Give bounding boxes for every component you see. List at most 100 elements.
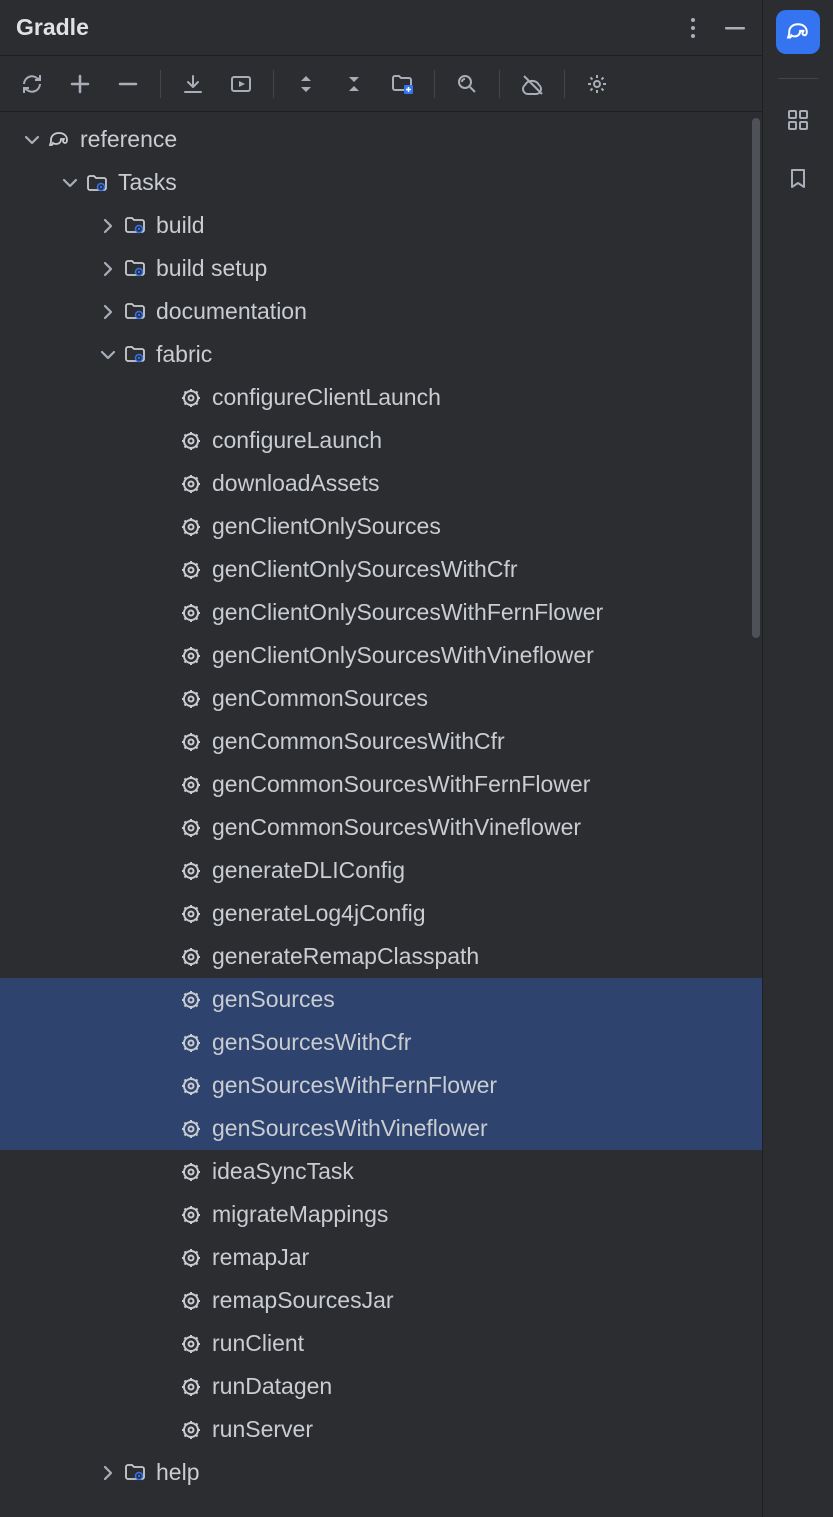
folder-gear-icon xyxy=(120,215,150,237)
chevron-down-icon[interactable] xyxy=(20,130,44,150)
elephant-icon xyxy=(44,130,74,150)
task-group-node[interactable]: build setup xyxy=(0,247,762,290)
gear-icon xyxy=(176,387,206,409)
gear-icon xyxy=(176,430,206,452)
task-node[interactable]: ideaSyncTask xyxy=(0,1150,762,1193)
task-group-node[interactable]: help xyxy=(0,1451,762,1494)
task-group-node[interactable]: documentation xyxy=(0,290,762,333)
task-node[interactable]: remapSourcesJar xyxy=(0,1279,762,1322)
task-node[interactable]: generateRemapClasspath xyxy=(0,935,762,978)
task-node[interactable]: genClientOnlySourcesWithFernFlower xyxy=(0,591,762,634)
node-label: remapSourcesJar xyxy=(212,1287,394,1314)
task-node[interactable]: generateDLIConfig xyxy=(0,849,762,892)
gear-icon xyxy=(176,1290,206,1312)
tasks-node[interactable]: Tasks xyxy=(0,161,762,204)
run-button[interactable] xyxy=(219,64,263,104)
grid-tool-icon[interactable] xyxy=(787,109,809,131)
gear-icon xyxy=(176,1161,206,1183)
bookmark-tool-icon[interactable] xyxy=(787,167,809,189)
task-node[interactable]: configureClientLaunch xyxy=(0,376,762,419)
task-node[interactable]: generateLog4jConfig xyxy=(0,892,762,935)
gradle-tool-button[interactable] xyxy=(776,10,820,54)
project-root-node[interactable]: reference xyxy=(0,118,762,161)
chevron-right-icon[interactable] xyxy=(96,302,120,322)
refresh-button[interactable] xyxy=(10,64,54,104)
gear-icon xyxy=(176,1333,206,1355)
task-group-node[interactable]: fabric xyxy=(0,333,762,376)
gear-icon xyxy=(176,1075,206,1097)
gear-icon xyxy=(176,731,206,753)
task-node[interactable]: configureLaunch xyxy=(0,419,762,462)
collapse-all-button[interactable] xyxy=(332,64,376,104)
panel-header: Gradle xyxy=(0,0,762,56)
task-node[interactable]: migrateMappings xyxy=(0,1193,762,1236)
gear-icon xyxy=(176,1247,206,1269)
node-label: remapJar xyxy=(212,1244,309,1271)
gear-icon xyxy=(176,817,206,839)
offline-mode-button[interactable] xyxy=(510,64,554,104)
node-label: runClient xyxy=(212,1330,304,1357)
task-node[interactable]: genClientOnlySourcesWithVineflower xyxy=(0,634,762,677)
task-node[interactable]: runClient xyxy=(0,1322,762,1365)
task-node[interactable]: remapJar xyxy=(0,1236,762,1279)
toolbar-separator xyxy=(273,70,274,98)
expand-all-button[interactable] xyxy=(284,64,328,104)
task-node[interactable]: genCommonSourcesWithCfr xyxy=(0,720,762,763)
task-node[interactable]: downloadAssets xyxy=(0,462,762,505)
task-node[interactable]: genCommonSourcesWithFernFlower xyxy=(0,763,762,806)
download-button[interactable] xyxy=(171,64,215,104)
gear-icon xyxy=(176,903,206,925)
minimize-icon[interactable] xyxy=(724,17,746,39)
task-node[interactable]: genSourcesWithVineflower xyxy=(0,1107,762,1150)
gear-icon xyxy=(176,645,206,667)
new-project-button[interactable] xyxy=(380,64,424,104)
rail-separator xyxy=(778,78,818,79)
chevron-right-icon[interactable] xyxy=(96,259,120,279)
toolbar-separator xyxy=(564,70,565,98)
node-label: generateRemapClasspath xyxy=(212,943,479,970)
analyze-button[interactable] xyxy=(445,64,489,104)
gear-icon xyxy=(176,989,206,1011)
more-options-icon[interactable] xyxy=(682,17,704,39)
task-node[interactable]: genSourcesWithFernFlower xyxy=(0,1064,762,1107)
chevron-right-icon[interactable] xyxy=(96,1463,120,1483)
gear-icon xyxy=(176,473,206,495)
folder-gear-icon xyxy=(82,173,112,193)
panel-title: Gradle xyxy=(16,14,682,41)
task-node[interactable]: runDatagen xyxy=(0,1365,762,1408)
node-label: downloadAssets xyxy=(212,470,380,497)
chevron-right-icon[interactable] xyxy=(96,216,120,236)
task-node[interactable]: genCommonSourcesWithVineflower xyxy=(0,806,762,849)
node-label: generateLog4jConfig xyxy=(212,900,426,927)
node-label: genClientOnlySourcesWithFernFlower xyxy=(212,599,603,626)
task-node[interactable]: genSources xyxy=(0,978,762,1021)
node-label: genSourcesWithCfr xyxy=(212,1029,411,1056)
settings-button[interactable] xyxy=(575,64,619,104)
node-label: ideaSyncTask xyxy=(212,1158,354,1185)
task-node[interactable]: genClientOnlySources xyxy=(0,505,762,548)
node-label: genCommonSources xyxy=(212,685,428,712)
node-label: genClientOnlySourcesWithVineflower xyxy=(212,642,594,669)
scrollbar[interactable] xyxy=(752,118,760,638)
gear-icon xyxy=(176,602,206,624)
task-node[interactable]: genClientOnlySourcesWithCfr xyxy=(0,548,762,591)
node-label: genClientOnlySourcesWithCfr xyxy=(212,556,518,583)
chevron-down-icon[interactable] xyxy=(96,345,120,365)
add-button[interactable] xyxy=(58,64,102,104)
task-node[interactable]: genSourcesWithCfr xyxy=(0,1021,762,1064)
task-node[interactable]: genCommonSources xyxy=(0,677,762,720)
node-label: configureLaunch xyxy=(212,427,382,454)
remove-button[interactable] xyxy=(106,64,150,104)
node-label: runServer xyxy=(212,1416,313,1443)
node-label: runDatagen xyxy=(212,1373,332,1400)
node-label: genCommonSourcesWithFernFlower xyxy=(212,771,590,798)
node-label: genSourcesWithFernFlower xyxy=(212,1072,497,1099)
toolbar-separator xyxy=(499,70,500,98)
chevron-down-icon[interactable] xyxy=(58,173,82,193)
task-group-node[interactable]: build xyxy=(0,204,762,247)
node-label: reference xyxy=(80,126,177,153)
gradle-tree[interactable]: reference Tasks buildbuild setup document… xyxy=(0,112,762,1517)
task-node[interactable]: runServer xyxy=(0,1408,762,1451)
node-label: documentation xyxy=(156,298,307,325)
gear-icon xyxy=(176,1419,206,1441)
